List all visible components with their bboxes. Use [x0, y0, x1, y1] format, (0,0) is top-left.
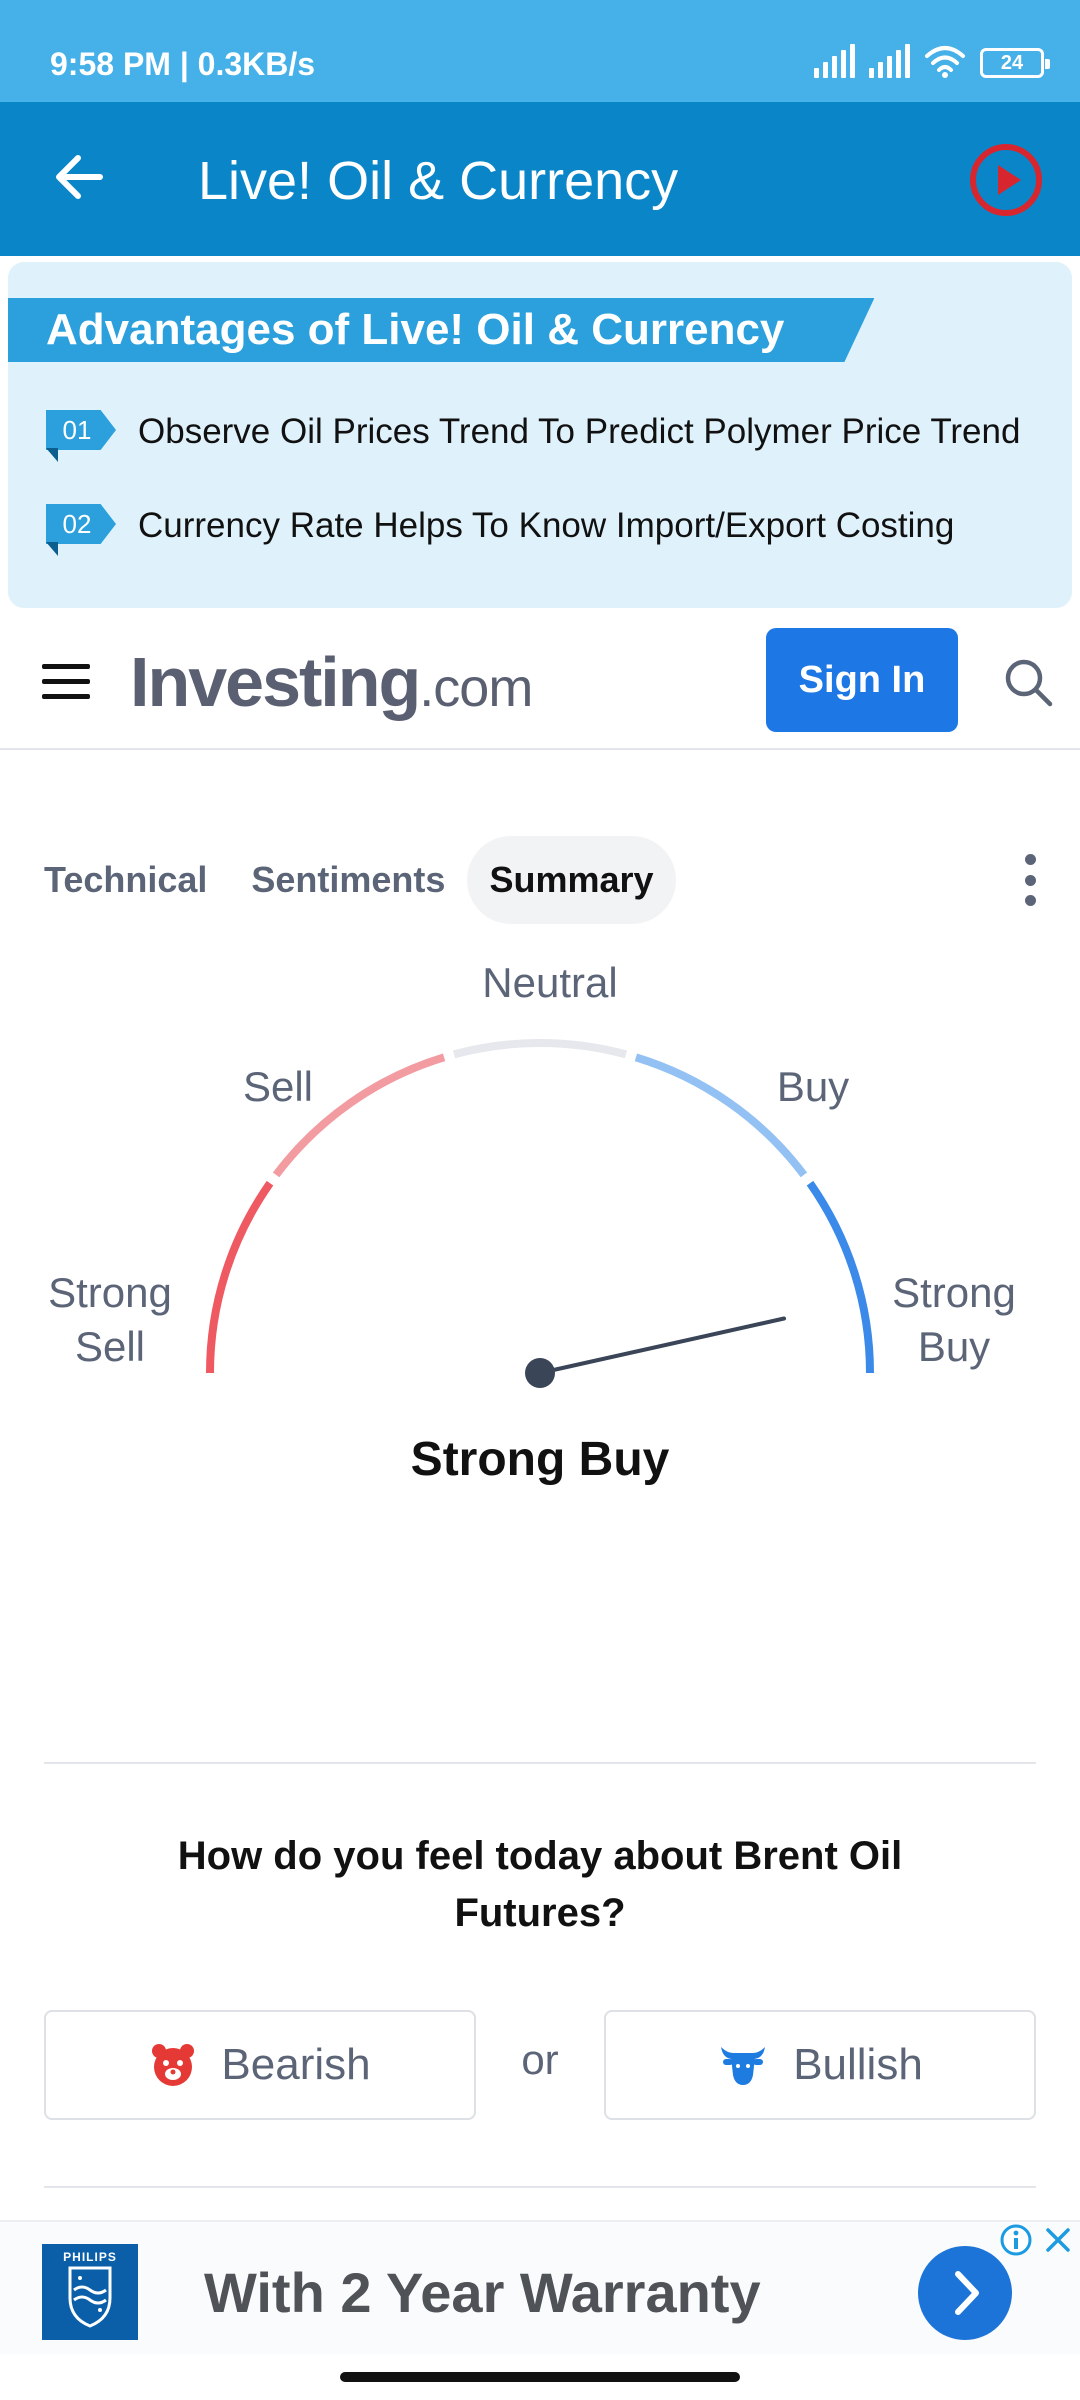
search-icon[interactable] — [1000, 654, 1056, 710]
sign-in-button[interactable]: Sign In — [766, 628, 958, 732]
chevron-right-icon[interactable] — [918, 2246, 1012, 2340]
status-bar: 9:58 PM | 0.3KB/s 24 — [0, 0, 1080, 102]
tab-technical[interactable]: Technical — [22, 836, 229, 924]
app-bar: Live! Oil & Currency — [0, 102, 1080, 256]
badge-number: 02 — [62, 509, 92, 539]
gauge-label-buy: Buy — [776, 1063, 850, 1110]
info-icon[interactable] — [998, 2222, 1034, 2258]
bear-icon — [152, 2044, 195, 2086]
investing-logo[interactable]: Investing.com — [130, 642, 533, 722]
signal-icon — [814, 44, 855, 78]
number-badge: 02 — [46, 504, 116, 556]
gauge-segment-strong-buy — [806, 1180, 874, 1374]
gauge-segment-neutral — [452, 1038, 628, 1059]
tab-sentiments[interactable]: Sentiments — [229, 836, 467, 924]
gauge-dial — [206, 1038, 874, 1388]
advantages-banner[interactable]: Advantages of Live! Oil & Currency 01 Ob… — [8, 262, 1072, 608]
wifi-icon — [925, 46, 965, 78]
divider — [44, 2186, 1036, 2188]
advantage-item: 01 Observe Oil Prices Trend To Predict P… — [46, 404, 1021, 462]
hamburger-menu-icon[interactable] — [42, 664, 90, 700]
advantage-text: Observe Oil Prices Trend To Predict Poly… — [138, 412, 1021, 451]
close-icon[interactable] — [1040, 2222, 1076, 2258]
bearish-label: Bearish — [221, 2040, 371, 2089]
gauge-label-line: Strong — [892, 1269, 1016, 1316]
gauge-needle-hub — [525, 1358, 555, 1388]
sentiment-question: How do you feel today about Brent Oil Fu… — [177, 1834, 903, 1935]
gauge-label-line: Buy — [917, 1323, 991, 1370]
arrow-left-icon[interactable] — [44, 142, 114, 212]
home-indicator[interactable] — [340, 2372, 740, 2382]
gauge-label-line: Sell — [74, 1323, 146, 1370]
bullish-label: Bullish — [793, 2040, 923, 2089]
banner-title: Advantages of Live! Oil & Currency — [8, 298, 874, 362]
app-title: Live! Oil & Currency — [198, 151, 679, 211]
gauge-label-neutral: Neutral — [482, 959, 618, 1006]
gauge-label-sell: Sell — [242, 1063, 314, 1110]
status-icons: 24 — [814, 44, 1050, 78]
signal-icon — [869, 44, 910, 78]
play-circle-icon[interactable] — [968, 142, 1044, 218]
badge-number: 01 — [62, 415, 92, 445]
or-separator: or — [521, 2036, 559, 2083]
ad-text: With 2 Year Warranty — [204, 2261, 761, 2324]
bearish-button[interactable]: Bearish — [44, 2010, 476, 2120]
advantage-item: 02 Currency Rate Helps To Know Import/Ex… — [46, 498, 955, 556]
battery-icon: 24 — [980, 48, 1050, 78]
site-header: Investing.com Sign In — [0, 614, 1080, 750]
gauge-needle — [538, 1316, 786, 1375]
philips-logo: PHILIPS — [42, 2244, 138, 2340]
more-vertical-icon[interactable] — [1018, 854, 1042, 906]
number-badge: 01 — [46, 410, 116, 462]
bullish-button[interactable]: Bullish — [604, 2010, 1036, 2120]
gauge-label-strong-sell: Strong Sell — [30, 1266, 190, 1374]
divider — [44, 1762, 1036, 1764]
advantage-text: Currency Rate Helps To Know Import/Expor… — [138, 506, 955, 545]
bull-icon — [721, 2047, 766, 2085]
summary-gauge: Strong Sell Sell Neutral Buy Strong Buy — [0, 940, 1080, 1500]
gauge-segment-strong-sell — [206, 1180, 274, 1374]
logo-suffix: .com — [419, 658, 533, 718]
status-time: 9:58 PM | 0.3KB/s — [50, 46, 316, 82]
logo-main: Investing — [130, 643, 421, 721]
tab-bar: Technical Sentiments Summary — [44, 836, 676, 924]
ad-banner[interactable]: PHILIPS With 2 Year Warranty — [0, 2220, 1080, 2354]
tab-summary[interactable]: Summary — [467, 836, 676, 924]
gauge-label-line: Strong — [48, 1269, 172, 1316]
gauge-label-strong-buy: Strong Buy — [874, 1266, 1034, 1374]
gauge-result: Strong Buy — [410, 1433, 670, 1486]
